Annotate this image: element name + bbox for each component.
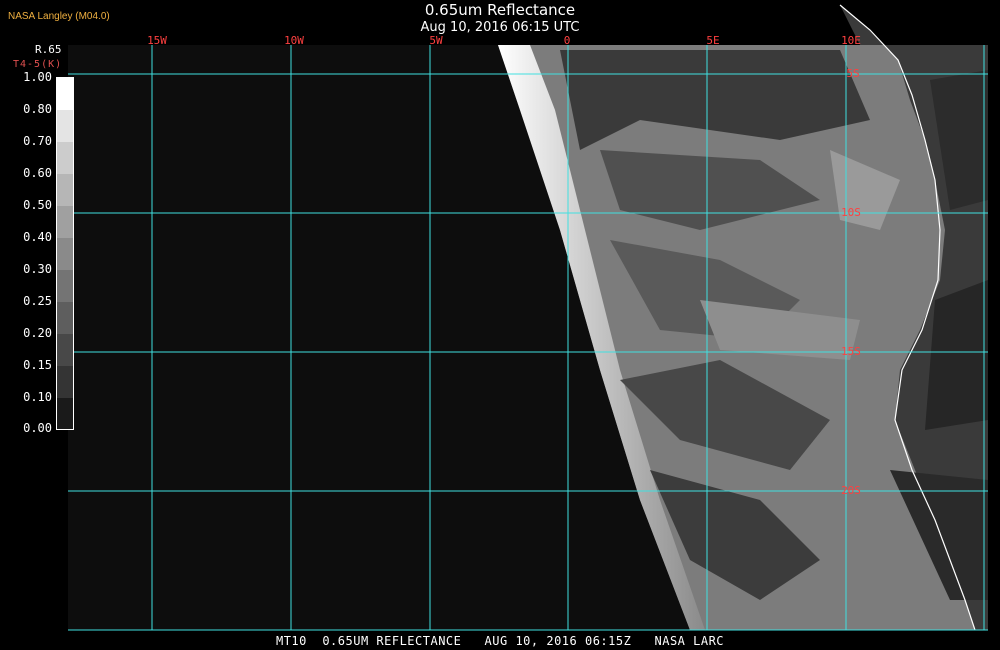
lat-label: 10S [841,206,861,219]
colorbar-segment [57,78,73,110]
colorbar-segment [57,142,73,174]
colorbar-segment [57,302,73,334]
colorbar-tick: 1.00 [23,70,52,84]
colorbar-tick: 0.00 [23,421,52,435]
colorbar-tick: 0.50 [23,198,52,212]
colorbar-segment [57,238,73,270]
colorbar-tick: 0.15 [23,358,52,372]
lon-label: 5W [429,34,443,47]
lon-label: 10W [284,34,304,47]
satellite-image-viewer: 15W 10W 5W 0 5E 10E 5S 10S 15S 20S 0.65u… [0,0,1000,650]
colorbar-tick: 0.60 [23,166,52,180]
lon-label: 0 [564,34,571,47]
colorbar-tick: 0.70 [23,134,52,148]
colorbar-tick: 0.40 [23,230,52,244]
image-footer-caption: MT10 0.65UM REFLECTANCE AUG 10, 2016 06:… [275,634,725,648]
colorbar-segment [57,398,73,429]
satellite-map: 15W 10W 5W 0 5E 10E 5S 10S 15S 20S [68,4,988,631]
image-title: 0.65um Reflectance [424,1,576,19]
colorbar-tick: 0.80 [23,102,52,116]
colorbar-segment [57,110,73,142]
colorbar-tick: 0.20 [23,326,52,340]
colorbar-band-label: R.65 [35,43,62,56]
lon-label: 10E [841,34,861,47]
colorbar-tick: 0.10 [23,390,52,404]
organization-label: NASA Langley (M04.0) [8,11,110,22]
colorbar-tick: 0.25 [23,294,52,308]
colorbar-segment [57,206,73,238]
colorbar-segment [57,270,73,302]
lon-label: 15W [147,34,167,47]
colorbar [56,77,74,430]
lon-label: 5E [706,34,719,47]
lat-label: 15S [841,345,861,358]
colorbar-tick: 0.30 [23,262,52,276]
colorbar-segment [57,174,73,206]
colorbar-segment [57,366,73,398]
colorbar-sub-label: T4-5(K) [13,59,63,70]
image-timestamp: Aug 10, 2016 06:15 UTC [420,20,580,35]
lat-label: 20S [841,484,861,497]
lat-label: 5S [846,67,859,80]
colorbar-segment [57,334,73,366]
